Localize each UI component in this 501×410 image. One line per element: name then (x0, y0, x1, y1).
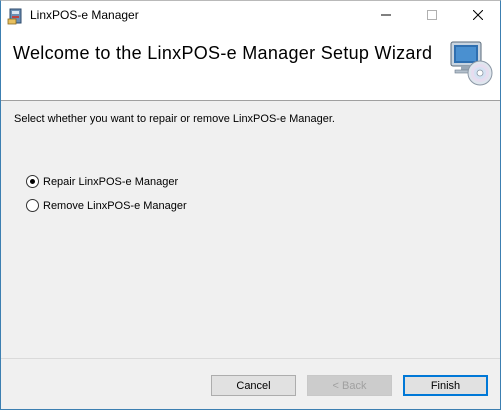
title-bar[interactable]: LinxPOS-e Manager (1, 1, 500, 31)
close-icon (472, 7, 483, 25)
computer-with-cd-icon (447, 40, 493, 86)
remove-option[interactable]: Remove LinxPOS-e Manager (26, 199, 187, 212)
repair-option-label: Repair LinxPOS-e Manager (43, 175, 179, 188)
wizard-title: Welcome to the LinxPOS-e Manager Setup W… (13, 43, 433, 63)
setup-wizard-window: LinxPOS-e Manager Welcome to the LinxPOS… (0, 0, 501, 410)
close-button[interactable] (455, 1, 500, 31)
wizard-footer: Cancel < Back Finish (1, 359, 500, 409)
repair-radio[interactable] (26, 175, 39, 188)
minimize-button[interactable] (363, 1, 408, 31)
maximize-button[interactable] (409, 1, 454, 31)
maximize-icon (426, 7, 437, 25)
wizard-header: Welcome to the LinxPOS-e Manager Setup W… (1, 31, 500, 101)
repair-option[interactable]: Repair LinxPOS-e Manager (26, 175, 178, 188)
remove-option-label: Remove LinxPOS-e Manager (43, 199, 187, 212)
window-title: LinxPOS-e Manager (30, 8, 139, 22)
remove-radio[interactable] (26, 199, 39, 212)
radio-selected-dot (30, 179, 35, 184)
back-button[interactable]: < Back (307, 375, 392, 396)
installer-package-icon (7, 7, 25, 25)
minimize-icon (380, 7, 391, 25)
instruction-text: Select whether you want to repair or rem… (14, 113, 335, 125)
wizard-body: Select whether you want to repair or rem… (1, 101, 500, 357)
finish-button[interactable]: Finish (403, 375, 488, 396)
cancel-button[interactable]: Cancel (211, 375, 296, 396)
